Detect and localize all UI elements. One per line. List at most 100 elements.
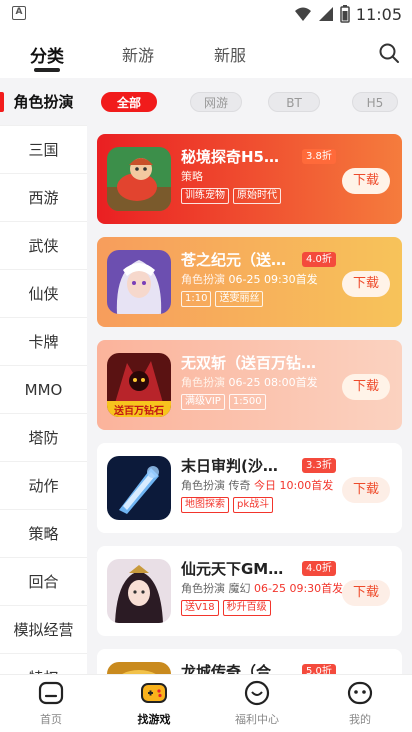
filter-chip-online[interactable]: 网游 (190, 92, 242, 112)
download-button[interactable]: 下载 (342, 168, 390, 194)
game-category: 角色扮演 (181, 273, 225, 286)
filter-chip-h5[interactable]: H5 (352, 92, 398, 112)
discount-badge: 3.8折 (302, 149, 336, 164)
status-bar: A 11:05 (0, 0, 412, 28)
release-date: 今日 10:00首发 (254, 479, 334, 492)
game-tag: 送V18 (181, 600, 219, 616)
clock: 11:05 (355, 4, 402, 24)
game-meta: 角色扮演 魔幻 06-25 09:30首发 (181, 580, 343, 596)
release-date: 06-25 08:00首发 (228, 376, 318, 389)
game-thumbnail (107, 662, 171, 674)
tab-new-servers[interactable]: 新服 (214, 42, 246, 66)
download-button[interactable]: 下载 (342, 271, 390, 297)
top-tab-bar: 分类 新游 新服 (0, 28, 412, 76)
game-tag: 1:10 (181, 291, 212, 307)
discount-badge: 5.0折 (302, 664, 336, 674)
user-icon (347, 681, 373, 705)
nav-find-games[interactable]: 找游戏 (114, 679, 194, 727)
nav-label: 福利中心 (235, 713, 279, 726)
sidebar-item-xianxia[interactable]: 仙侠 (0, 270, 87, 318)
tag-list: 满级VIP 1:500 (181, 394, 266, 410)
sidebar-item-role-playing[interactable]: 角色扮演 (0, 78, 87, 126)
game-tag: pk战斗 (233, 497, 274, 513)
nav-profile[interactable]: 我的 (320, 679, 400, 727)
game-tag: 1:500 (228, 394, 266, 410)
game-title: 仙元天下GM… (181, 560, 284, 578)
sidebar-item-action[interactable]: 动作 (0, 462, 87, 510)
nav-home[interactable]: 首页 (11, 679, 91, 727)
nav-label: 找游戏 (137, 713, 171, 726)
status-icons: 11:05 (294, 4, 402, 24)
game-thumbnail (107, 456, 171, 520)
game-thumbnail (107, 147, 171, 211)
game-subcategory: 传奇 (228, 479, 251, 492)
game-tag: 秒升百级 (222, 600, 271, 616)
game-thumbnail: 送百万钻石 (107, 353, 171, 417)
sidebar-item-journey-west[interactable]: 西游 (0, 174, 87, 222)
discount-badge: 3.3折 (302, 458, 336, 473)
game-card[interactable]: 末日审判(沙… 3.3折 角色扮演 传奇 今日 10:00首发 地图探索 pk战… (97, 443, 402, 533)
game-tag: 送雯丽丝 (215, 291, 264, 307)
app-notification-icon: A (12, 6, 26, 20)
game-category: 角色扮演 (181, 582, 225, 595)
game-title: 龙城传奇（合… (181, 663, 287, 674)
tab-new-games[interactable]: 新游 (122, 42, 154, 66)
sidebar-item-strategy[interactable]: 策略 (0, 510, 87, 558)
nav-welfare-center[interactable]: 福利中心 (217, 679, 297, 727)
search-icon[interactable] (378, 42, 400, 64)
game-card[interactable]: 秘境探奇H5… 3.8折 策略 训练宠物 原始时代 下载 (97, 134, 402, 224)
tag-list: 训练宠物 原始时代 (181, 188, 281, 204)
sidebar-item-privilege[interactable]: 特权 (0, 654, 87, 674)
game-tag: 原始时代 (233, 188, 281, 204)
download-button[interactable]: 下载 (342, 477, 390, 503)
download-button[interactable]: 下载 (342, 580, 390, 606)
sidebar-item-tower-defense[interactable]: 塔防 (0, 414, 87, 462)
tag-list: 地图探索 pk战斗 (181, 497, 274, 513)
release-date: 06-25 09:30首发 (254, 582, 344, 595)
filter-bar: 全部 网游 BT H5 (87, 78, 412, 126)
sidebar-item-card[interactable]: 卡牌 (0, 318, 87, 366)
bottom-navigation: 首页 找游戏 福利中心 我的 (0, 674, 412, 732)
tag-list: 送V18 秒升百级 (181, 600, 271, 616)
category-sidebar: 角色扮演 三国 西游 武侠 仙侠 卡牌 MMO 塔防 动作 策略 回合 模拟经营… (0, 78, 87, 674)
game-thumbnail (107, 559, 171, 623)
sidebar-item-wuxia[interactable]: 武侠 (0, 222, 87, 270)
game-category: 角色扮演 (181, 376, 225, 389)
sidebar-item-mmo[interactable]: MMO (0, 366, 87, 414)
game-meta: 角色扮演 传奇 今日 10:00首发 (181, 477, 333, 493)
filter-chip-all[interactable]: 全部 (101, 92, 157, 112)
game-card[interactable]: 送百万钻石 无双斩（送百万钻… 角色扮演 06-25 08:00首发 满级VIP… (97, 340, 402, 430)
game-card[interactable]: 苍之纪元（送… 4.0折 角色扮演 06-25 09:30首发 1:10 送雯丽… (97, 237, 402, 327)
game-title: 秘境探奇H5… (181, 148, 279, 166)
game-meta: 角色扮演 06-25 09:30首发 (181, 271, 318, 287)
game-card[interactable]: 仙元天下GM… 4.0折 角色扮演 魔幻 06-25 09:30首发 送V18 … (97, 546, 402, 636)
sidebar-item-turn-based[interactable]: 回合 (0, 558, 87, 606)
game-subcategory: 魔幻 (228, 582, 251, 595)
game-category: 策略 (181, 170, 203, 183)
download-button[interactable]: 下载 (342, 374, 390, 400)
game-title: 苍之纪元（送… (181, 251, 287, 269)
game-title: 末日审判(沙… (181, 457, 278, 475)
gift-icon (244, 680, 270, 706)
battery-icon (340, 5, 350, 23)
nav-label: 首页 (40, 713, 62, 726)
game-list-panel: 全部 网游 BT H5 秘境探奇H5… 3.8折 策略 训练宠物 原始时代 下载 (87, 78, 412, 674)
filter-chip-bt[interactable]: BT (268, 92, 320, 112)
active-tab-indicator (34, 68, 60, 72)
sidebar-item-simulation[interactable]: 模拟经营 (0, 606, 87, 654)
game-card[interactable]: 龙城传奇（合… 5.0折 (97, 649, 402, 674)
game-tag: 训练宠物 (181, 188, 229, 204)
game-tag: 地图探索 (181, 497, 229, 513)
wifi-icon (294, 7, 311, 21)
release-date: 06-25 09:30首发 (228, 273, 318, 286)
game-meta: 角色扮演 06-25 08:00首发 (181, 374, 318, 390)
home-icon (38, 681, 64, 705)
tab-category[interactable]: 分类 (30, 42, 64, 67)
gamepad-icon (141, 683, 167, 703)
thumbnail-caption: 送百万钻石 (114, 406, 164, 417)
tag-list: 1:10 送雯丽丝 (181, 291, 264, 307)
game-thumbnail (107, 250, 171, 314)
sidebar-item-three-kingdoms[interactable]: 三国 (0, 126, 87, 174)
discount-badge: 4.0折 (302, 252, 336, 267)
discount-badge: 4.0折 (302, 561, 336, 576)
